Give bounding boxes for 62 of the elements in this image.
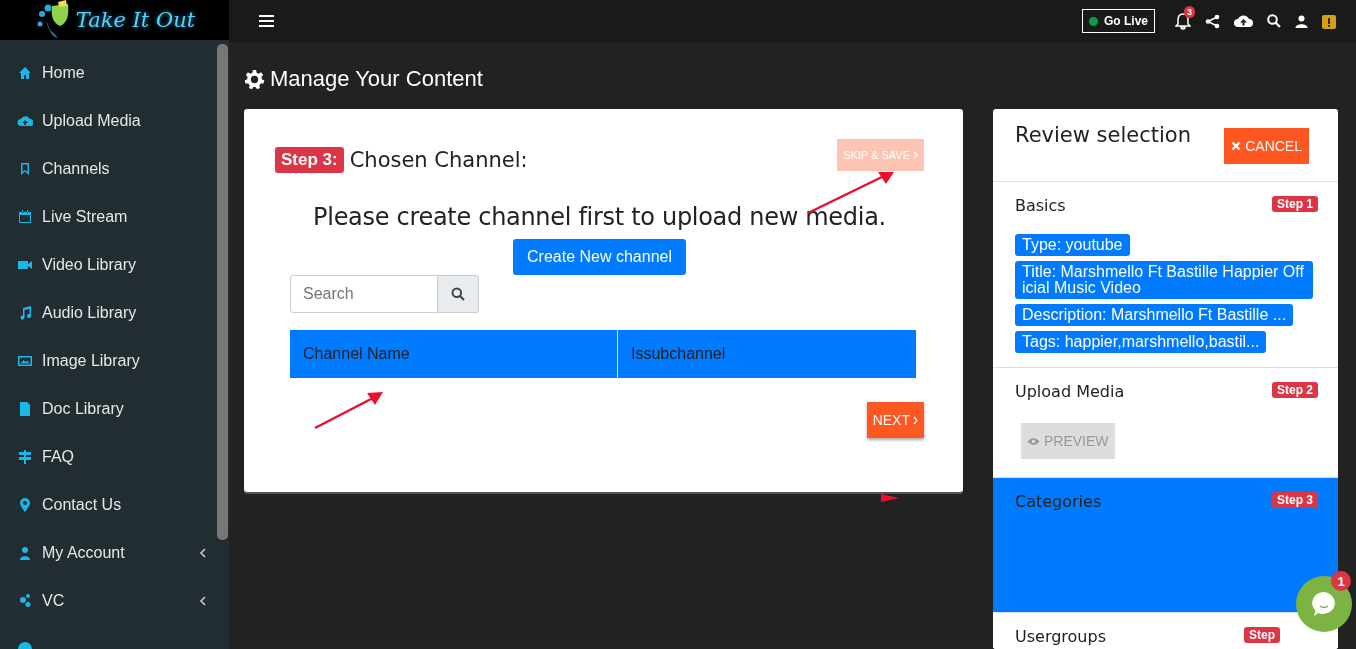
annotation-arrow <box>880 493 900 503</box>
info-message: Please create channel first to upload new media. <box>312 203 887 231</box>
logo[interactable]: Take It Out <box>0 0 229 40</box>
sidebar-item[interactable]: Live Stream <box>0 193 229 241</box>
column-header[interactable]: Issubchannel <box>617 330 916 378</box>
sidebar-item[interactable]: VC <box>0 577 229 625</box>
sidebar-item[interactable]: Channels <box>0 145 229 193</box>
step-label: Step <box>1244 627 1280 643</box>
user-icon <box>17 545 33 561</box>
sidebar-item[interactable]: My Account <box>0 529 229 577</box>
signpost-icon <box>17 449 33 465</box>
calendar-icon <box>17 209 33 225</box>
cloud-upload-icon <box>17 113 33 129</box>
tag: Title: Marshmello Ft Bastille Happier Official Music Video <box>1015 261 1313 299</box>
sidebar-item[interactable]: Contact Us <box>0 481 229 529</box>
section-title: Upload Media <box>1015 382 1125 401</box>
menu-icon[interactable] <box>259 15 274 27</box>
scrollbar[interactable] <box>217 44 228 540</box>
chevron-right-icon <box>913 415 918 425</box>
clipboard-alert-icon[interactable] <box>1322 13 1336 29</box>
home-icon <box>17 65 33 81</box>
close-icon <box>1231 141 1242 151</box>
sidebar-item[interactable]: FAQ <box>0 433 229 481</box>
annotation-arrow <box>313 390 385 430</box>
tag: Description: Marshmello Ft Bastille ... <box>1015 304 1294 326</box>
sidebar-item[interactable]: Home <box>0 49 229 97</box>
sidebar-item[interactable]: Audio Library <box>0 289 229 337</box>
section-title: Categories <box>1015 492 1102 511</box>
image-icon <box>17 353 33 369</box>
step-label: Step 1 <box>1272 196 1318 212</box>
document-icon <box>17 401 33 417</box>
section-title: Usergroups <box>1015 627 1106 646</box>
section-title: Basics <box>1015 196 1066 215</box>
tag: Type: youtube <box>1015 234 1130 256</box>
create-channel-button[interactable]: Create New channel <box>513 239 686 275</box>
search-field[interactable]: Search <box>290 275 438 313</box>
chevron-right-icon <box>913 151 918 159</box>
step-heading: Chosen Channel: <box>349 148 528 172</box>
share-icon[interactable] <box>1205 13 1220 29</box>
page-title: Manage Your Content <box>244 66 1338 92</box>
map-pin-icon <box>17 497 33 513</box>
notification-count: 3 <box>1184 5 1195 18</box>
search-icon[interactable] <box>1267 14 1281 28</box>
eye-icon <box>1027 436 1040 446</box>
tag: Tags: happier,marshmello,bastil... <box>1015 331 1267 353</box>
search-button[interactable] <box>438 275 479 313</box>
panel-title: Review selection <box>1015 123 1191 147</box>
sidebar-item[interactable]: Video Library <box>0 241 229 289</box>
unread-count: 1 <box>1331 571 1351 591</box>
sidebar-item[interactable]: Upload Media <box>0 97 229 145</box>
user-icon[interactable] <box>1295 14 1308 28</box>
settings-icon <box>244 68 265 90</box>
column-header[interactable]: Channel Name <box>290 330 617 378</box>
review-section[interactable]: Categories Step 3 <box>993 478 1338 613</box>
step-badge: Step 3: <box>275 147 344 173</box>
step-label: Step 2 <box>1272 382 1318 398</box>
cloud-upload-icon[interactable] <box>1234 14 1253 28</box>
go-live-button[interactable]: Go Live <box>1082 9 1155 33</box>
search-icon <box>451 287 465 301</box>
sidebar-item[interactable]: Doc Library <box>0 385 229 433</box>
step-label: Step 3 <box>1272 492 1318 508</box>
sidebar-item[interactable]: Image Library <box>0 337 229 385</box>
